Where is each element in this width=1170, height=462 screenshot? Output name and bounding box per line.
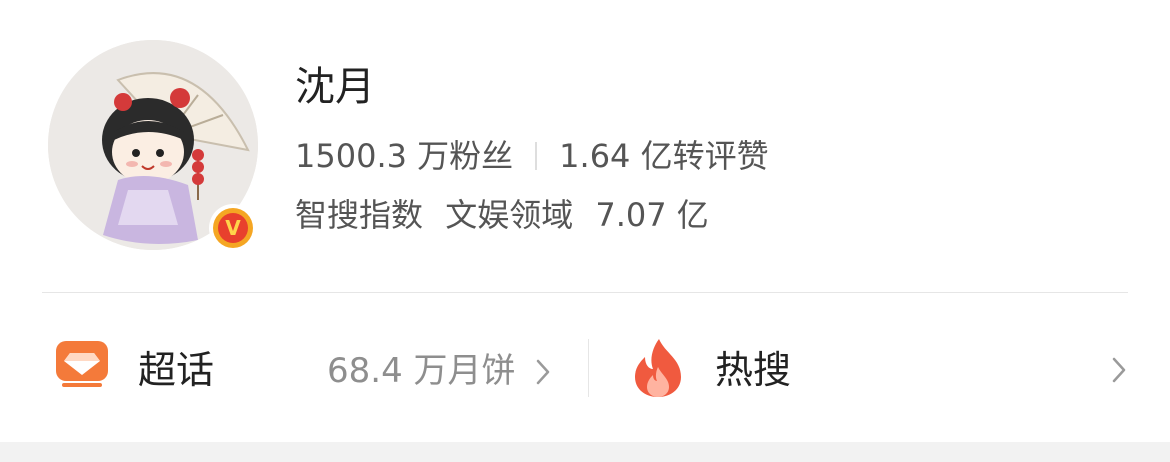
profile-name: 沈月 bbox=[295, 64, 375, 110]
supertopic-entry[interactable]: 超话 68.4 万月饼 bbox=[0, 293, 588, 442]
profile-header: V 沈月 1500.3 万粉丝 1.64 亿转评赞 智搜指数 文娱领域 7.07… bbox=[0, 0, 1170, 292]
search-index: 智搜指数 文娱领域 7.07 亿 bbox=[295, 195, 709, 235]
search-index-label: 智搜指数 bbox=[295, 196, 424, 234]
likes-count: 1.64 亿转评赞 bbox=[559, 137, 769, 175]
profile-stats: 1500.3 万粉丝 1.64 亿转评赞 bbox=[295, 136, 769, 176]
supertopic-label: 超话 bbox=[138, 348, 215, 392]
supertopic-count: 68.4 万月饼 bbox=[327, 351, 516, 391]
hotsearch-label: 热搜 bbox=[715, 348, 792, 392]
stats-divider bbox=[535, 142, 538, 170]
search-index-value: 7.07 亿 bbox=[595, 196, 709, 234]
hotsearch-entry[interactable]: 热搜 bbox=[589, 293, 1170, 442]
diamond-badge-icon bbox=[56, 341, 108, 387]
followers-count[interactable]: 1500.3 万粉丝 bbox=[295, 136, 513, 176]
chevron-right-icon bbox=[536, 359, 550, 385]
search-index-domain: 文娱领域 bbox=[445, 196, 574, 234]
verified-badge-letter: V bbox=[218, 213, 248, 243]
flame-icon bbox=[635, 339, 681, 397]
verified-badge-icon: V bbox=[209, 204, 257, 252]
chevron-right-icon bbox=[1112, 357, 1126, 383]
feature-bar: 超话 68.4 万月饼 热搜 bbox=[0, 293, 1170, 442]
bottom-gap bbox=[0, 442, 1170, 462]
